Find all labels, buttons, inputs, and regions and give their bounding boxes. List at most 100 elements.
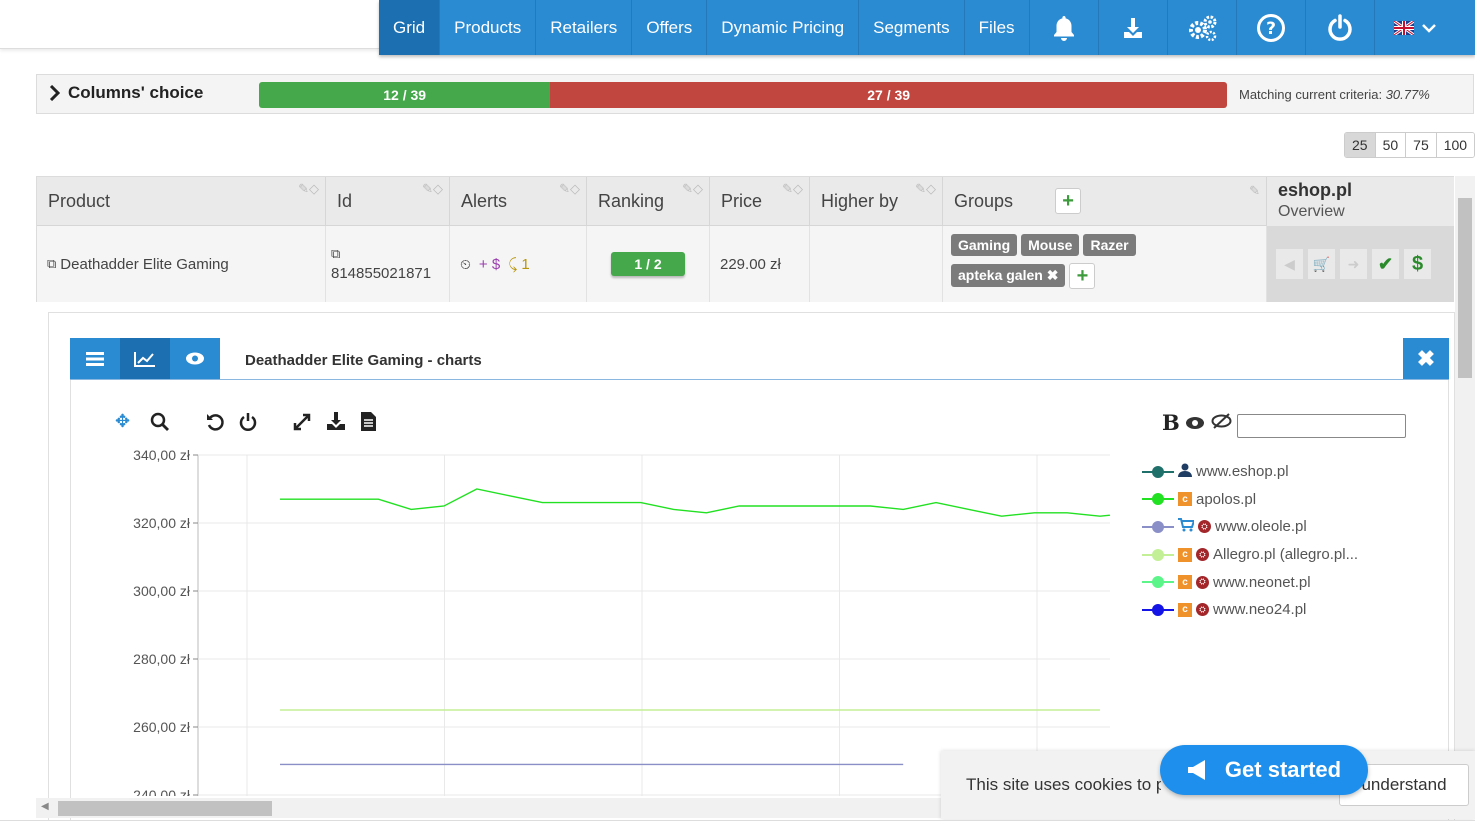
nav-grid[interactable]: Grid (379, 0, 441, 55)
dollar-icon[interactable]: $ (1404, 249, 1431, 279)
group-tag-apteka-galen[interactable]: apteka galen ✖ (951, 263, 1066, 287)
check-icon[interactable]: ✔ (1372, 249, 1399, 279)
nav-files[interactable]: Files (965, 0, 1030, 55)
bell-icon[interactable] (1030, 0, 1099, 55)
product-grid: Product ✎◇ Id ✎◇ Alerts ✎◇ Ranking ✎◇ Price ✎… (36, 176, 1454, 302)
column-header-higher-by[interactable]: Higher by ✎◇ (810, 177, 943, 226)
legend-label: apolos.pl (1196, 490, 1257, 508)
download-chart-icon[interactable] (326, 411, 346, 436)
cart-icon[interactable]: 🛒 (1308, 249, 1335, 279)
gears-icon[interactable] (1168, 0, 1237, 55)
column-header-ranking[interactable]: Ranking ✎◇ (587, 177, 710, 226)
document-icon[interactable] (360, 411, 377, 437)
sort-icon[interactable]: ✎◇ (559, 182, 580, 195)
add-group-column-button[interactable]: + (1055, 188, 1082, 214)
clock-icon[interactable]: ⏲ (460, 256, 471, 273)
pan-icon[interactable]: ✥ (115, 411, 130, 432)
cell-ranking: 1 / 2 (587, 226, 710, 302)
remove-tag-icon[interactable]: ✖ (1047, 267, 1059, 283)
scrollbar-thumb[interactable] (58, 801, 272, 816)
line-chart-icon (134, 351, 155, 367)
cell-product: ⧉ Deathadder Elite Gaming (37, 226, 326, 302)
series-filter-input[interactable] (1237, 414, 1406, 438)
bold-toggle[interactable]: B (1162, 410, 1180, 435)
copy-icon[interactable]: ⧉ (331, 246, 340, 262)
svg-text:?: ? (1266, 19, 1276, 39)
page-size-50[interactable]: 50 (1375, 133, 1407, 157)
legend-item[interactable]: c ⛭ Allegro.pl (allegro.pl... (1142, 541, 1358, 569)
language-dropdown[interactable] (1375, 0, 1455, 55)
column-header-id[interactable]: Id ✎◇ (326, 177, 450, 226)
legend-item[interactable]: www.eshop.pl (1142, 458, 1358, 486)
panel-tabs (70, 338, 220, 379)
y-tick-label: 240,00 zł (133, 787, 191, 796)
price-chart: 340,00 zł 320,00 zł 300,00 zł 280,00 zł 260,… (133, 447, 1110, 796)
sort-icon[interactable]: ✎◇ (915, 182, 936, 195)
page-size-100[interactable]: 100 (1436, 133, 1475, 157)
download-icon[interactable] (1099, 0, 1168, 55)
column-header-price[interactable]: Price ✎◇ (710, 177, 810, 226)
group-tag-mouse[interactable]: Mouse (1021, 234, 1080, 256)
legend-item[interactable]: c ⛭ www.neonet.pl (1142, 568, 1358, 596)
legend-item[interactable]: ⛭ www.oleole.pl (1142, 513, 1358, 541)
column-header-alerts[interactable]: Alerts ✎◇ (450, 177, 587, 226)
ranking-badge[interactable]: 1 / 2 (611, 252, 685, 276)
zoom-icon[interactable] (150, 412, 170, 437)
product-name[interactable]: Deathadder Elite Gaming (60, 256, 228, 273)
get-started-button[interactable]: Get started (1160, 745, 1368, 795)
nav-products[interactable]: Products (440, 0, 537, 55)
page-size-25[interactable]: 25 (1345, 133, 1376, 157)
retailer-badge-icon: ⛭ (1198, 520, 1211, 534)
nav-offers[interactable]: Offers (632, 0, 708, 55)
nav-segments[interactable]: Segments (859, 0, 965, 55)
copy-icon[interactable]: ⧉ (47, 256, 56, 272)
legend-label: www.neo24.pl (1213, 601, 1307, 619)
legend-item[interactable]: c ⛭ www.neo24.pl (1142, 596, 1358, 624)
cell-higher-by (810, 226, 943, 302)
legend-label: Allegro.pl (allegro.pl... (1213, 546, 1359, 564)
arrow-right-icon[interactable]: ➜ (1340, 249, 1367, 279)
megaphone-icon[interactable]: ◀ (1276, 249, 1303, 279)
close-panel-button[interactable]: ✖ (1403, 338, 1449, 379)
nav-retailers[interactable]: Retailers (536, 0, 633, 55)
bottom-edge (0, 820, 1475, 832)
chart-view-tab[interactable] (120, 338, 170, 379)
eye-view-tab[interactable] (170, 338, 220, 379)
legend-marker (1142, 493, 1174, 506)
series-line-1[interactable] (280, 488, 1110, 517)
y-tick-label: 300,00 zł (133, 583, 191, 599)
retailer-badge-icon: ⛭ (1196, 603, 1209, 617)
sort-icon[interactable]: ✎◇ (298, 182, 319, 195)
nav-dynamic-pricing[interactable]: Dynamic Pricing (707, 0, 860, 55)
scroll-left-icon[interactable]: ◀ (41, 801, 49, 812)
scrollbar-thumb[interactable] (1458, 198, 1472, 378)
legend-item[interactable]: c apolos.pl (1142, 486, 1358, 514)
table-view-tab[interactable] (70, 338, 120, 379)
help-icon[interactable]: ? (1237, 0, 1306, 55)
sort-icon[interactable]: ✎◇ (782, 182, 803, 195)
column-header-product[interactable]: Product ✎◇ (37, 177, 326, 226)
vertical-scrollbar[interactable] (1455, 176, 1475, 816)
group-tag-gaming[interactable]: Gaming (951, 234, 1018, 256)
columns-choice-toggle[interactable]: Columns' choice (49, 83, 203, 103)
matching-label: Matching current criteria: (1239, 87, 1383, 102)
page-size-75[interactable]: 75 (1406, 133, 1437, 157)
show-all-icon[interactable] (1185, 414, 1205, 435)
product-id: 814855021871 (331, 265, 432, 282)
eshop-overview: Overview (1278, 203, 1345, 220)
price-alert[interactable]: + $ (479, 256, 500, 273)
power-icon[interactable] (1306, 0, 1375, 55)
pin-icon[interactable]: ✎ (1249, 184, 1260, 197)
sort-icon[interactable]: ✎◇ (682, 182, 703, 195)
hide-all-icon[interactable] (1211, 413, 1232, 434)
y-tick-label: 260,00 zł (133, 719, 191, 735)
undo-icon[interactable] (205, 412, 225, 437)
legend-marker (1142, 576, 1174, 589)
sort-icon[interactable]: ✎◇ (422, 182, 443, 195)
add-group-button[interactable]: + (1069, 263, 1096, 289)
expand-icon[interactable] (292, 412, 312, 437)
alert-count[interactable]: ⤹ 1 (508, 256, 530, 273)
group-tag-razer[interactable]: Razer (1083, 234, 1136, 256)
reset-icon[interactable] (238, 412, 258, 437)
legend-marker (1142, 548, 1174, 561)
